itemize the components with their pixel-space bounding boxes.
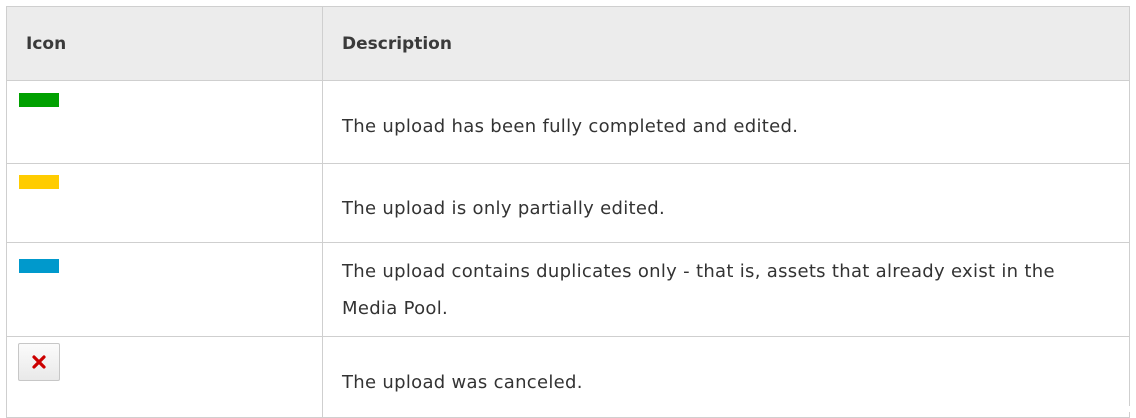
table-row: The upload has been fully completed and … [6,80,1130,164]
icon-cell [6,242,323,337]
table-cutoff [0,406,1136,412]
green-bar-icon [19,93,59,107]
x-mark-icon [32,355,46,369]
table-border-middle [322,406,323,412]
description-cell: The upload is only partially edited. [322,163,1130,243]
description-column-header: Description [322,6,1130,81]
yellow-bar-icon [19,175,59,189]
red-x-cancel-icon [18,343,60,381]
icon-column-header: Icon [6,6,323,81]
status-icon-legend-table: Icon Description The upload has been ful… [6,6,1130,418]
icon-cell [6,80,323,164]
table-header-row: Icon Description [6,6,1130,81]
table-row: The upload contains duplicates only - th… [6,242,1130,337]
table-row: The upload is only partially edited. [6,163,1130,243]
blue-bar-icon [19,259,59,273]
icon-cell [6,163,323,243]
description-cell: The upload contains duplicates only - th… [322,242,1130,337]
table-border-left [6,406,7,412]
description-cell: The upload has been fully completed and … [322,80,1130,164]
